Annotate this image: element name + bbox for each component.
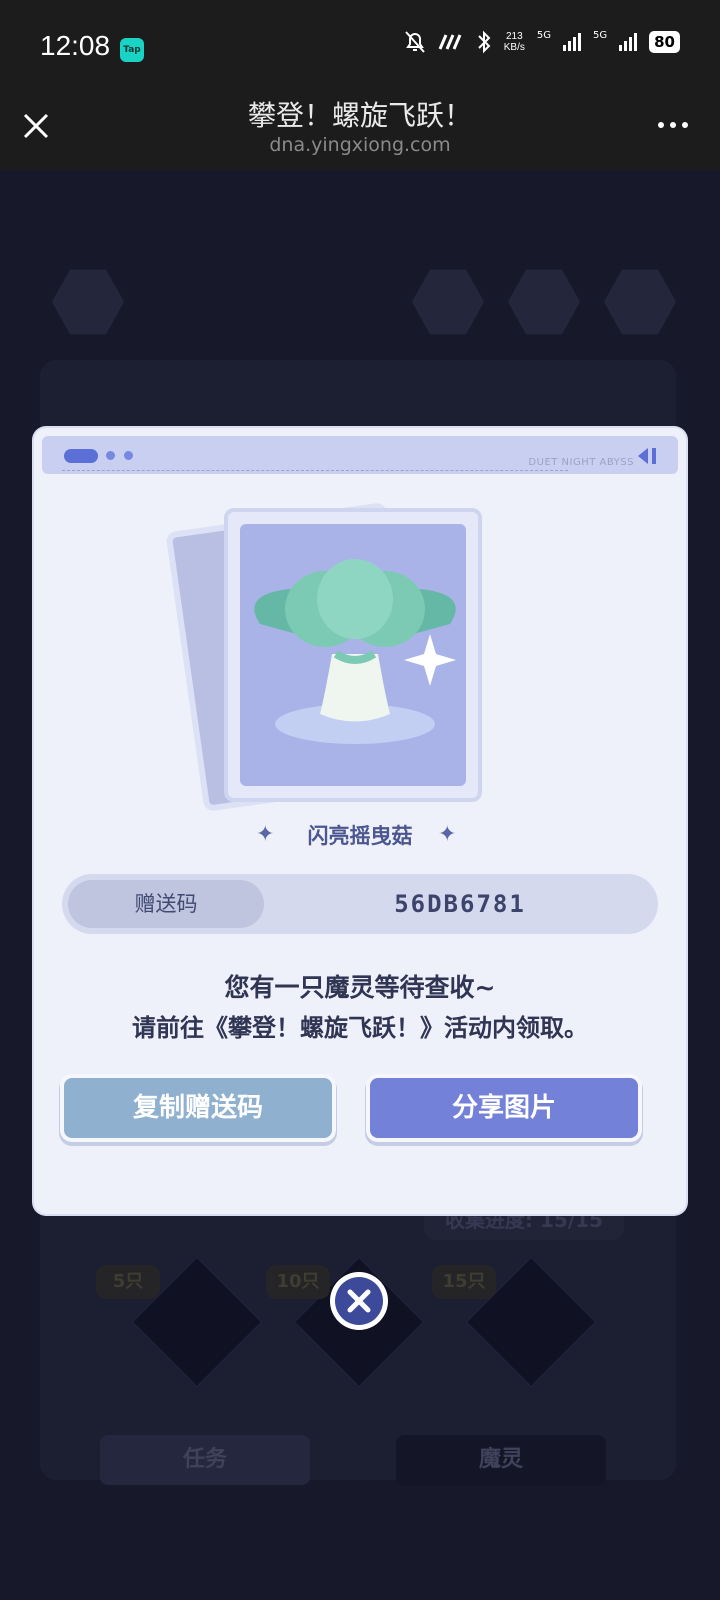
app-header: 攀登！螺旋飞跃！ dna.yingxiong.com bbox=[0, 92, 720, 170]
decor-pill bbox=[64, 449, 98, 463]
copy-code-button[interactable]: 复制赠送码 bbox=[64, 1078, 332, 1138]
sparkle-right-icon: ✦ bbox=[438, 822, 457, 847]
signal-2-icon bbox=[619, 33, 638, 51]
sim2-5g-label: 5G bbox=[593, 30, 608, 41]
status-time: 12:08 bbox=[40, 30, 111, 61]
gift-code-label: 赠送码 bbox=[68, 880, 264, 928]
nfc-icon bbox=[438, 34, 462, 50]
creature-name: 闪亮摇曳菇 bbox=[307, 824, 413, 848]
mute-bell-icon bbox=[405, 31, 425, 53]
page-url: dna.yingxiong.com bbox=[269, 134, 451, 156]
status-bar: 12:08 Tap 213 KB/s 5G 5G 80 bbox=[0, 0, 720, 92]
close-circle-icon[interactable] bbox=[335, 1277, 383, 1325]
creature-card bbox=[224, 508, 482, 802]
card-art-frame bbox=[240, 524, 466, 786]
sim1-5g-label: 5G bbox=[536, 30, 551, 41]
decor-arrow-icon bbox=[638, 448, 656, 464]
modal-top-tag: DUET NIGHT ABYSS bbox=[528, 457, 634, 468]
page-title: 攀登！螺旋飞跃！ bbox=[247, 99, 472, 132]
close-x-glyph bbox=[347, 1289, 371, 1313]
bluetooth-icon bbox=[478, 30, 491, 54]
mushroom-creature-icon bbox=[254, 559, 456, 744]
decor-dot bbox=[106, 451, 115, 460]
more-icon[interactable] bbox=[658, 122, 688, 128]
net-speed-value: 213 bbox=[505, 31, 523, 42]
decor-dot bbox=[124, 451, 133, 460]
modal-top-bar: DUET NIGHT ABYSS bbox=[42, 436, 678, 474]
net-speed: 213 KB/s bbox=[504, 31, 525, 53]
decor-dashline bbox=[62, 470, 568, 471]
modal-close-button[interactable] bbox=[330, 1272, 388, 1330]
tap-app-icon: Tap bbox=[120, 38, 144, 62]
share-image-button[interactable]: 分享图片 bbox=[370, 1078, 638, 1138]
message-line-1: 您有一只魔灵等待查收~ bbox=[224, 973, 496, 1002]
gift-modal: DUET NIGHT ABYSS ✦ 闪亮摇曳菇 ✦ 赠送码 56DB6781 bbox=[34, 428, 686, 1214]
message-line-2: 请前往《攀登！螺旋飞跃！》活动内领取。 bbox=[132, 1014, 588, 1042]
status-icons: 213 KB/s 5G 5G 80 bbox=[404, 30, 680, 54]
signal-1-icon bbox=[563, 33, 581, 51]
net-speed-unit: KB/s bbox=[503, 42, 525, 53]
gift-code-value[interactable]: 56DB6781 bbox=[282, 874, 638, 934]
gift-code-row: 赠送码 56DB6781 bbox=[62, 874, 658, 934]
battery-indicator: 80 bbox=[649, 31, 680, 53]
